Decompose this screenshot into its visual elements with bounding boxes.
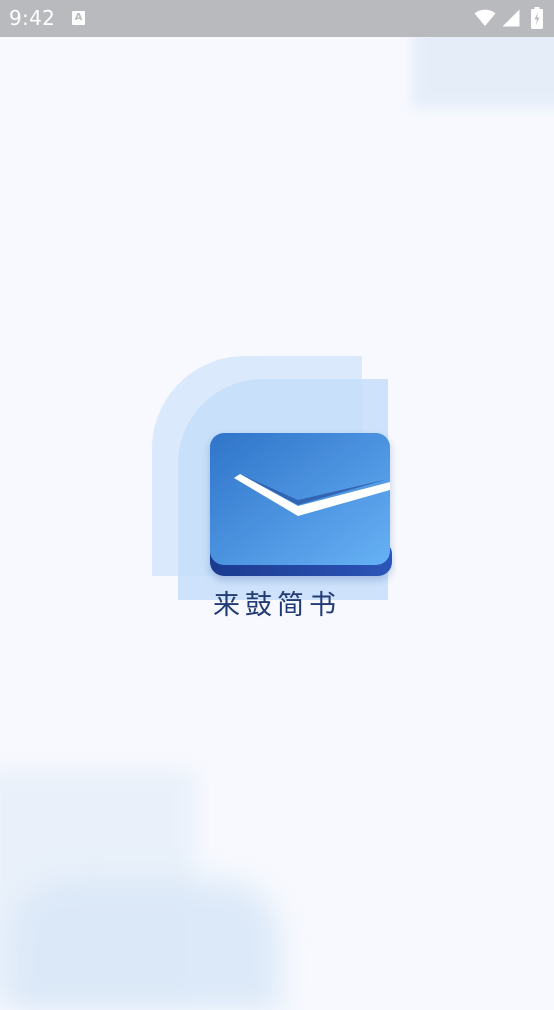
mail-envelope-icon: [152, 356, 392, 600]
battery-charging-icon: [531, 7, 543, 29]
signal-icon: [502, 9, 520, 27]
background-blob-bottom: [10, 880, 280, 1010]
status-bar: 9:42 A: [0, 0, 554, 37]
app-name: 来鼓简书: [213, 590, 341, 621]
notification-a-icon: A: [72, 11, 85, 25]
wifi-icon: [474, 9, 496, 27]
status-time: 9:42: [9, 6, 56, 30]
